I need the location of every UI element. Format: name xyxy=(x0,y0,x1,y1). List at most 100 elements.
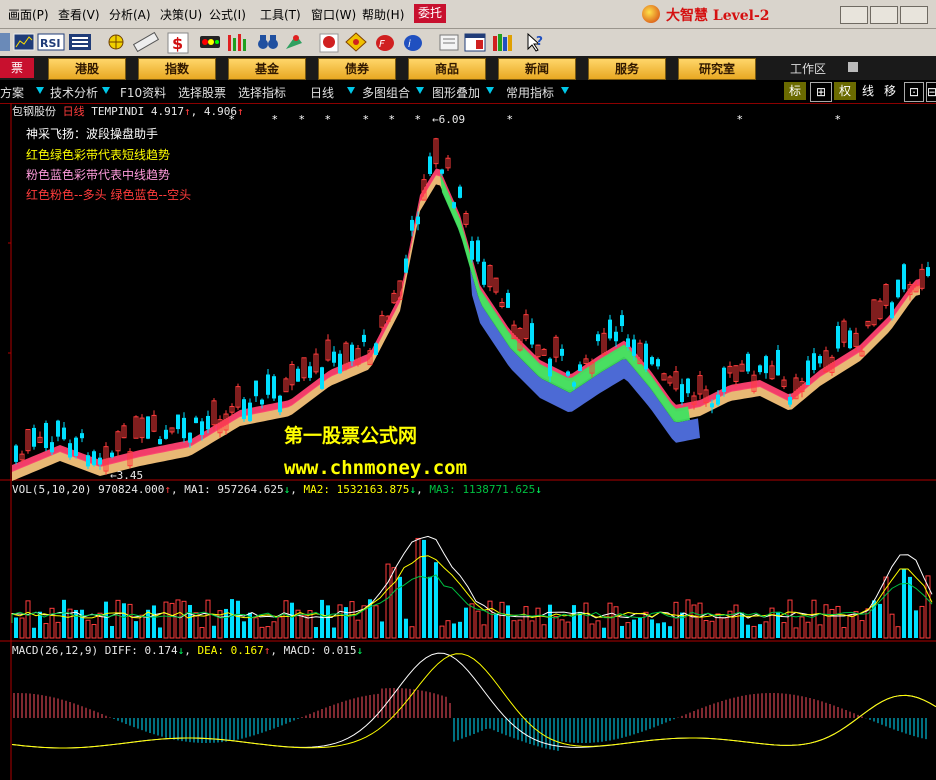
nav-research[interactable]: 研究室 xyxy=(678,58,756,80)
grid-toggle[interactable]: ⊞ xyxy=(810,82,832,102)
help-icon[interactable]: ? xyxy=(527,32,543,52)
menu-view[interactable]: 查看(V) xyxy=(58,6,100,23)
chevron-down-icon[interactable] xyxy=(36,87,44,94)
volume-bar xyxy=(428,576,432,638)
func-daily[interactable]: 日线 xyxy=(310,84,334,101)
func-scheme[interactable]: 方案 xyxy=(0,84,24,101)
down-arrow-icon: ↓ xyxy=(356,644,364,657)
menu-decision[interactable]: 决策(U) xyxy=(160,6,202,23)
nav-bonds[interactable]: 债券 xyxy=(318,58,396,80)
volume-bar xyxy=(104,601,108,638)
volume-bar xyxy=(847,615,853,639)
candle-body xyxy=(410,219,414,231)
candle-body xyxy=(416,216,420,225)
rsi-icon[interactable]: RSI xyxy=(37,33,65,51)
menu-help[interactable]: 帮助(H) xyxy=(362,6,404,23)
line-toggle[interactable]: 线 xyxy=(858,82,878,100)
books-icon[interactable] xyxy=(493,34,512,51)
candle-body xyxy=(68,443,72,458)
binoculars-icon[interactable] xyxy=(258,35,278,49)
alarm-icon[interactable] xyxy=(286,35,302,49)
info-icon[interactable]: i xyxy=(404,35,422,51)
candle-body xyxy=(476,240,480,262)
volume-bar xyxy=(553,615,559,639)
nav-hk-stocks[interactable]: 港股 xyxy=(48,58,126,80)
workspace-dropdown-icon[interactable] xyxy=(848,62,858,72)
chevron-down-icon[interactable] xyxy=(486,87,494,94)
nav-index[interactable]: 指数 xyxy=(138,58,216,80)
func-f10[interactable]: F10资料 xyxy=(120,84,166,101)
mark-toggle[interactable]: 标 xyxy=(784,82,806,100)
chart-area[interactable]: * * * * * * * * * * 包钢股份 日线 TEMPINDI 4.917↑, 4.90… xyxy=(0,103,936,780)
volume-bar xyxy=(733,604,739,639)
func-select-stock[interactable]: 选择股票 xyxy=(178,84,226,101)
nav-commodities[interactable]: 商品 xyxy=(408,58,486,80)
panel-toggle[interactable]: ⊟ xyxy=(926,82,936,102)
chevron-down-icon[interactable] xyxy=(561,87,569,94)
svg-text:i: i xyxy=(408,39,411,50)
ruler-icon[interactable] xyxy=(132,31,160,53)
volume-bar xyxy=(565,621,571,639)
bars-icon[interactable] xyxy=(228,34,246,51)
menu-screen[interactable]: 画面(P) xyxy=(8,6,49,23)
move-toggle[interactable]: 移 xyxy=(880,82,900,100)
nav-funds[interactable]: 基金 xyxy=(228,58,306,80)
notepad-icon[interactable] xyxy=(439,34,459,51)
menu-analysis[interactable]: 分析(A) xyxy=(109,6,151,23)
volume-bar xyxy=(127,603,133,639)
function-bar: 方案 技术分析 F10资料 选择股票 选择指标 日线 多图组合 图形叠加 常用指… xyxy=(0,80,936,104)
window-toggle[interactable]: ⊡ xyxy=(904,82,924,102)
rights-toggle[interactable]: 权 xyxy=(834,82,856,100)
volume-bar xyxy=(494,614,498,638)
candle-body xyxy=(254,380,258,397)
volume-bar xyxy=(914,610,918,638)
workspace-label[interactable]: 工作区 xyxy=(790,60,826,77)
candle-body xyxy=(374,343,378,355)
chart-icon[interactable] xyxy=(13,33,35,51)
volume-bar xyxy=(691,604,697,639)
candle-body xyxy=(656,359,660,367)
diamond-icon[interactable] xyxy=(345,32,367,52)
nav-news[interactable]: 新闻 xyxy=(498,58,576,80)
menu-window[interactable]: 窗口(W) xyxy=(311,6,356,23)
dollar-icon[interactable]: $ xyxy=(167,32,189,54)
func-overlay[interactable]: 图形叠加 xyxy=(432,84,480,101)
func-select-indicator[interactable]: 选择指标 xyxy=(238,84,286,101)
nav-services[interactable]: 服务 xyxy=(588,58,666,80)
candle-body xyxy=(296,368,300,382)
candle-body xyxy=(746,353,750,372)
back-icon[interactable] xyxy=(0,33,10,51)
func-tech-analysis[interactable]: 技术分析 xyxy=(50,84,98,101)
candle-body xyxy=(272,376,276,399)
chevron-down-icon[interactable] xyxy=(416,87,424,94)
indicator-icon[interactable] xyxy=(200,36,220,48)
volume-bar xyxy=(181,600,187,639)
kline-chart-canvas[interactable]: * * * * * * * * * * xyxy=(0,103,936,780)
maximize-icon[interactable] xyxy=(870,6,898,24)
volume-bar xyxy=(452,623,456,638)
chevron-down-icon[interactable] xyxy=(347,87,355,94)
f10-icon[interactable]: F xyxy=(376,35,394,51)
minimize-icon[interactable] xyxy=(840,6,868,24)
volume-bar xyxy=(212,625,216,638)
chevron-down-icon[interactable] xyxy=(102,87,110,94)
table-icon[interactable] xyxy=(69,34,91,50)
favorite-icon[interactable] xyxy=(319,33,339,53)
crosshair-icon[interactable] xyxy=(108,34,124,50)
volume-bar xyxy=(746,624,750,638)
high-price-value: 6.09 xyxy=(438,113,466,126)
window-icon[interactable] xyxy=(464,33,486,52)
candle-body xyxy=(686,378,690,394)
volume-bar xyxy=(62,599,66,638)
func-multi-chart[interactable]: 多图组合 xyxy=(362,84,410,101)
nav-stock-tab[interactable]: 票 xyxy=(0,58,34,78)
menu-tools[interactable]: 工具(T) xyxy=(260,6,301,23)
weituo-button[interactable]: 委托 xyxy=(414,4,446,23)
close-icon[interactable] xyxy=(900,6,928,24)
func-common-indicators[interactable]: 常用指标 xyxy=(506,84,554,101)
candle-body xyxy=(350,344,354,362)
volume-bar xyxy=(607,602,613,639)
candle-body xyxy=(452,202,456,209)
candle-body xyxy=(188,432,192,443)
menu-formula[interactable]: 公式(I) xyxy=(209,6,246,23)
